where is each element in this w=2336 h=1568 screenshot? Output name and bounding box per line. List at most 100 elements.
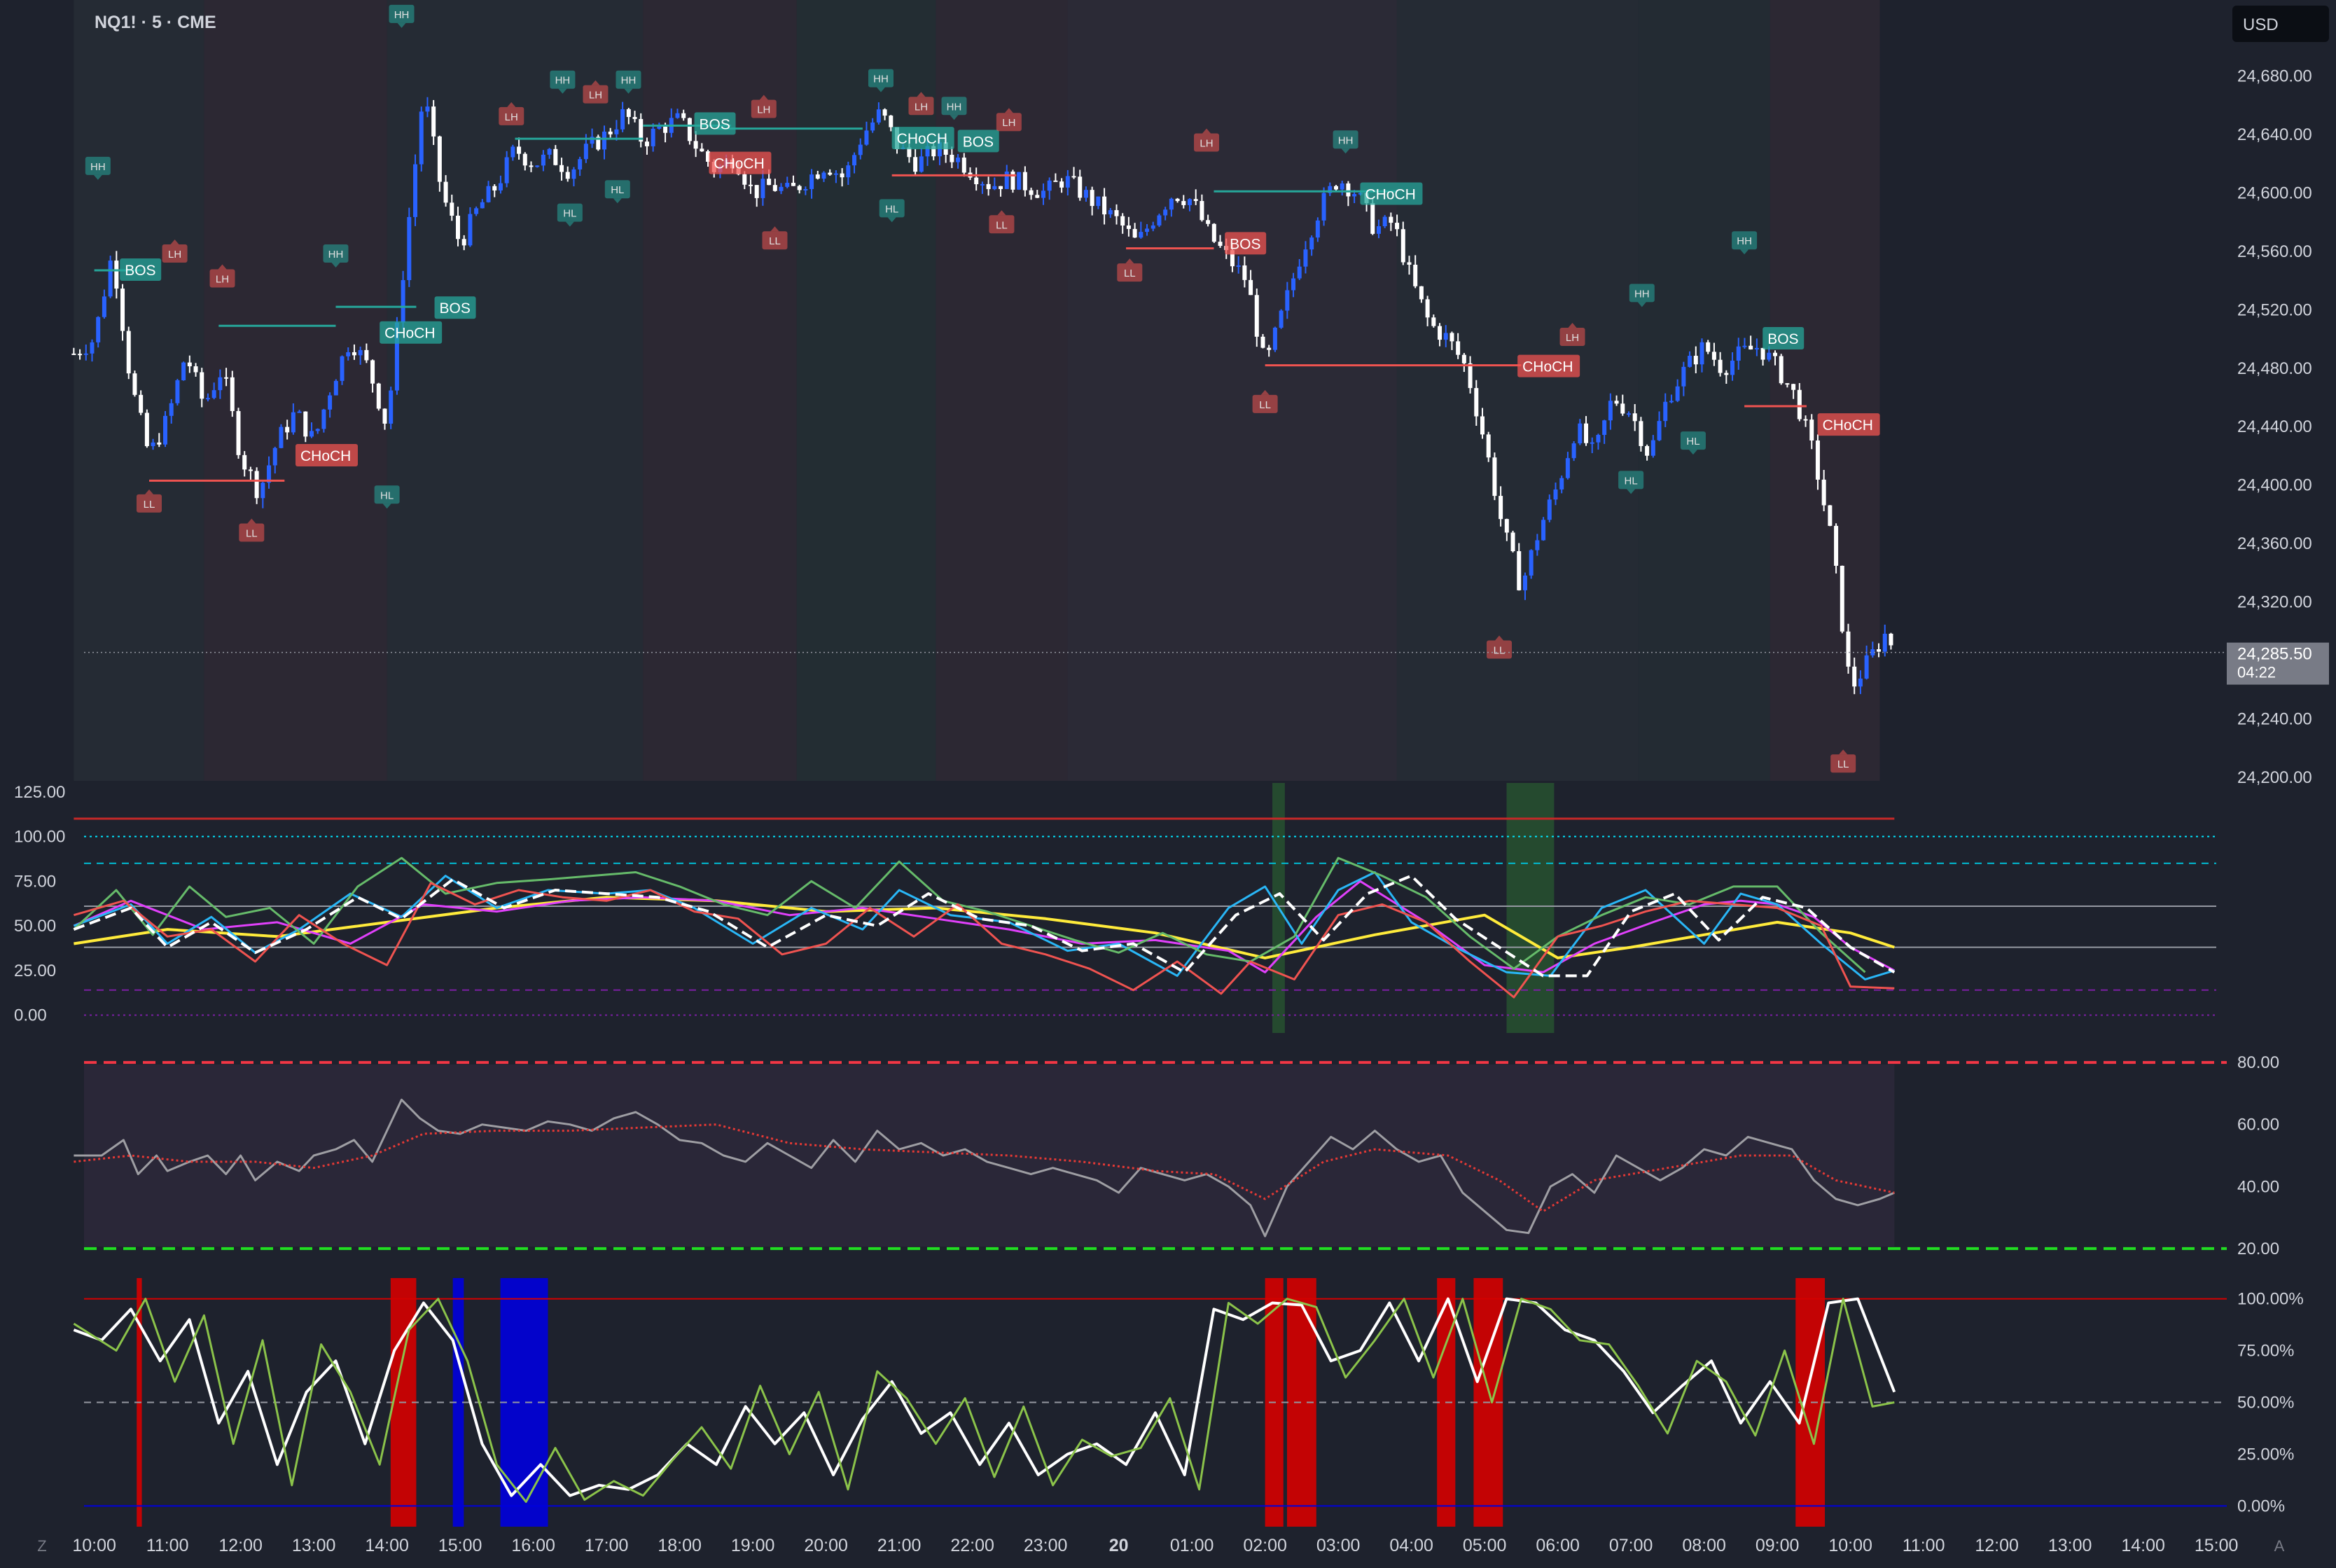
candle-body [492,186,497,190]
candle-body [1639,421,1643,446]
candle-body [1078,176,1083,198]
break-label-bos: BOS [120,258,162,281]
candle-body [1760,347,1765,360]
candle-body [1657,421,1662,440]
break-label-bos: BOS [957,130,999,153]
candle-body [340,356,345,381]
candle-body [1175,198,1180,202]
time-tick-label: 04:00 [1389,1536,1433,1555]
session-shade [74,0,204,781]
candle-body [1059,181,1064,188]
swing-label-text: LL [1494,644,1506,656]
candle-body [333,380,338,396]
swing-label-text: HL [380,490,394,501]
break-label-bos: BOS [694,112,736,135]
candle-body [1309,237,1314,250]
break-label-choch: CHoCH [709,151,772,174]
swing-label-text: LH [1566,332,1579,344]
candle-body [1407,262,1412,265]
time-tick-label: 07:00 [1609,1536,1653,1555]
time-tick-label: 11:00 [1903,1536,1945,1555]
candle-body [1864,655,1869,679]
candle-body [1157,215,1162,226]
candle-body [254,471,259,499]
time-tick-label: 15:00 [2195,1536,2239,1555]
candle-body [1211,223,1216,242]
candle-body [1486,434,1491,458]
time-tick-label: 08:00 [1682,1536,1726,1555]
panel-tick-label: 40.00 [2237,1177,2279,1196]
candle-body [999,186,1003,189]
candle-body [461,239,466,246]
candle-body [1547,499,1552,520]
candle-body [285,426,290,433]
candle-body [1809,419,1814,441]
break-label-text: CHoCH [1522,359,1573,375]
candle-body [571,169,576,179]
candle-body [346,352,351,356]
candle-body [608,131,613,134]
rsi-band-fill [84,1064,1895,1247]
candle-body [303,411,308,437]
candle-body [1499,496,1503,520]
candle-body [132,373,137,395]
candle-body [1108,210,1113,215]
candle-body [541,154,545,166]
candle-body [382,408,387,424]
candle-body [358,349,363,356]
candle-body [1602,420,1607,436]
swing-label-text: LL [996,219,1008,231]
session-shade [796,0,936,781]
candle-body [1565,458,1570,478]
panel-tick-label: 0.00% [2237,1497,2285,1515]
candle-body [1419,286,1424,300]
candle-body [535,165,540,167]
candle-body [797,186,802,190]
candle-body [767,179,772,186]
candle-body [419,111,424,165]
currency-button[interactable]: USD [2232,6,2329,42]
candle-body [407,216,412,280]
candle-body [1663,401,1668,422]
candle-body [1468,363,1473,389]
candle-body [1608,401,1613,421]
candle-body [742,174,747,185]
time-tick-label: 17:00 [585,1536,629,1555]
candle-body [651,128,655,146]
swing-label-text: HH [947,101,962,113]
candle-body [821,172,826,179]
candle-body [833,173,838,175]
chart-canvas[interactable]: BOS CHoCH CHoCH BOS BOS CHoCH CHoCH BOS BOS CHoCH… [0,0,2336,1564]
candle-body [1754,347,1759,349]
candle-body [1389,216,1393,223]
candle-body [1614,401,1619,404]
candle-body [450,202,454,216]
candle-body [175,380,180,403]
candle-body [83,353,88,355]
price-tick-label: 24,520.00 [2237,300,2312,319]
candle-body [980,183,985,186]
swing-label-text: LH [168,249,181,261]
time-tick-label: 12:00 [1975,1536,2019,1555]
candle-body [1193,199,1198,202]
candle-body [1620,403,1625,414]
break-label-choch: CHoCH [380,321,443,344]
panel-tick-label: 60.00 [2237,1116,2279,1135]
candle-body [504,157,509,183]
panel-tick-label: 75.00% [2237,1342,2294,1361]
candle-body [376,383,381,409]
candle-body [468,214,473,246]
candle-body [218,377,223,391]
time-tick-label: 20:00 [804,1536,848,1555]
trading-chart[interactable]: BOS CHoCH CHoCH BOS BOS CHoCH CHoCH BOS BOS CHoCH… [0,0,2336,1564]
candle-body [1688,356,1692,367]
candle-body [1449,333,1454,342]
candle-body [78,354,83,356]
break-label-choch: CHoCH [1517,354,1580,377]
candle-body [1650,440,1655,456]
candle-body [162,415,167,445]
candle-body [620,109,625,130]
candle-body [663,126,668,133]
break-label-text: BOS [963,134,994,150]
candle-body [1584,423,1589,443]
